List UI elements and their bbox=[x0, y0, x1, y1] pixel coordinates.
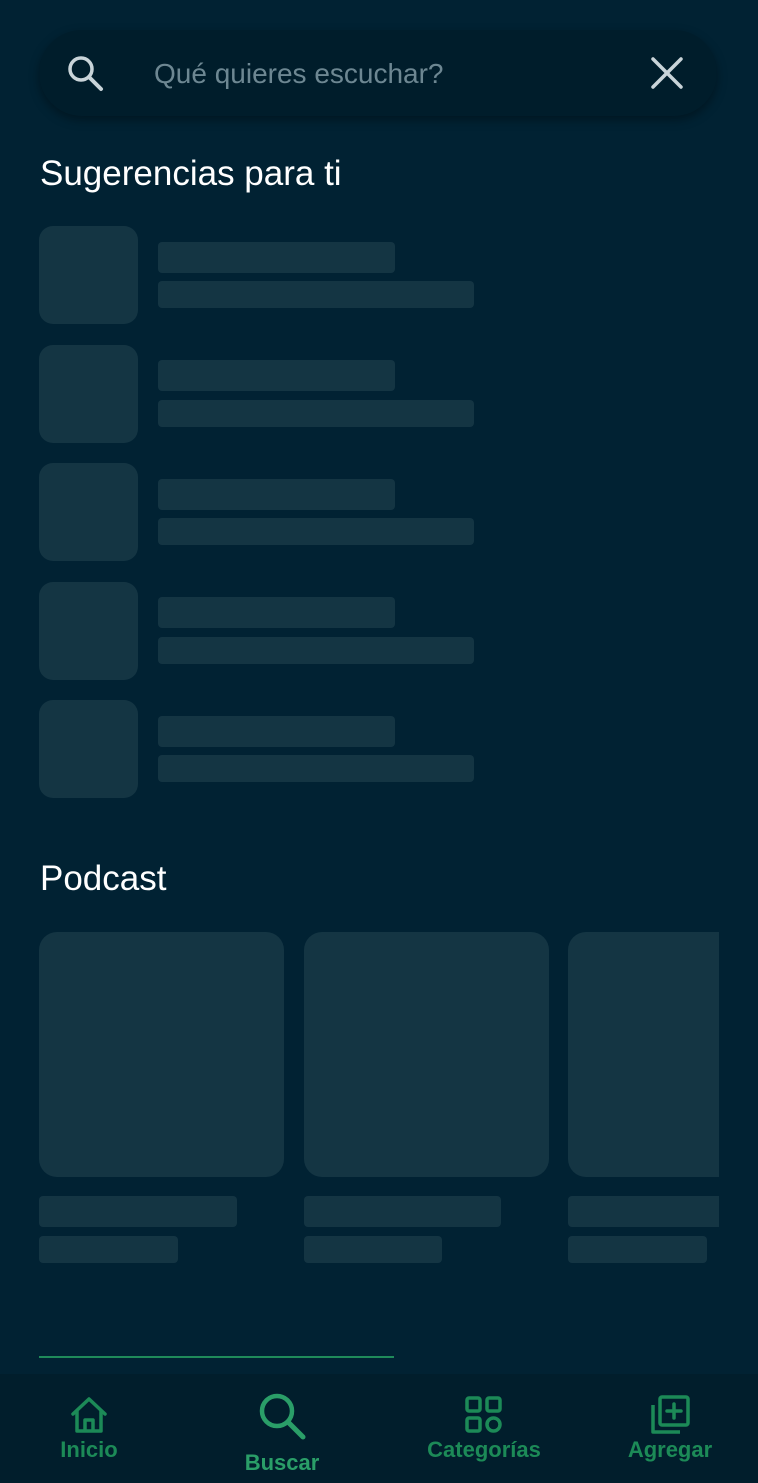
suggestion-thumbnail-placeholder bbox=[39, 463, 138, 561]
podcast-title: Podcast bbox=[40, 859, 167, 898]
nav-item-agregar[interactable]: Agregar bbox=[620, 1394, 720, 1463]
nav-item-buscar[interactable]: Buscar bbox=[232, 1390, 332, 1476]
nav-label-buscar: Buscar bbox=[244, 1450, 320, 1475]
nav-label-categorias: Categorías bbox=[427, 1437, 541, 1462]
podcast-title-placeholder bbox=[39, 1196, 237, 1227]
podcast-subtitle-placeholder bbox=[304, 1236, 442, 1263]
close-icon[interactable] bbox=[647, 53, 687, 93]
suggestion-title-placeholder bbox=[158, 597, 395, 628]
suggestion-title-placeholder bbox=[158, 716, 395, 747]
suggestion-thumbnail-placeholder bbox=[39, 345, 138, 443]
bottom-navigation: Inicio Buscar Categorías Agregar bbox=[0, 1374, 758, 1483]
nav-item-inicio[interactable]: Inicio bbox=[48, 1394, 130, 1463]
home-icon bbox=[71, 1397, 107, 1433]
search-icon bbox=[259, 1393, 306, 1440]
suggestion-thumbnail-placeholder bbox=[39, 700, 138, 798]
podcast-subtitle-placeholder bbox=[39, 1236, 178, 1263]
podcast-cover-placeholder bbox=[304, 932, 549, 1177]
suggestion-thumbnail-placeholder bbox=[39, 582, 138, 680]
suggestion-thumbnail-placeholder bbox=[39, 226, 138, 324]
scroll-indicator bbox=[39, 1356, 394, 1358]
podcast-title-placeholder bbox=[304, 1196, 501, 1227]
search-bar bbox=[39, 30, 717, 116]
nav-label-inicio: Inicio bbox=[60, 1437, 118, 1462]
suggestion-title-placeholder bbox=[158, 479, 395, 510]
suggestions-title: Sugerencias para ti bbox=[40, 154, 342, 193]
nav-item-categorias[interactable]: Categorías bbox=[420, 1394, 548, 1463]
suggestion-subtitle-placeholder bbox=[158, 400, 474, 427]
podcast-title-placeholder bbox=[568, 1196, 719, 1227]
search-input[interactable] bbox=[152, 50, 626, 98]
suggestion-subtitle-placeholder bbox=[158, 637, 474, 664]
podcast-carousel[interactable] bbox=[0, 930, 719, 1270]
suggestion-title-placeholder bbox=[158, 242, 395, 273]
podcast-cover-placeholder bbox=[39, 932, 284, 1177]
suggestion-subtitle-placeholder bbox=[158, 755, 474, 782]
nav-label-agregar: Agregar bbox=[627, 1437, 713, 1462]
suggestion-subtitle-placeholder bbox=[158, 518, 474, 545]
add-library-icon bbox=[651, 1395, 690, 1434]
suggestion-title-placeholder bbox=[158, 360, 395, 391]
podcast-subtitle-placeholder bbox=[568, 1236, 707, 1263]
grid-icon bbox=[465, 1396, 502, 1433]
suggestion-subtitle-placeholder bbox=[158, 281, 474, 308]
search-icon bbox=[68, 56, 103, 91]
podcast-cover-placeholder bbox=[568, 932, 719, 1177]
